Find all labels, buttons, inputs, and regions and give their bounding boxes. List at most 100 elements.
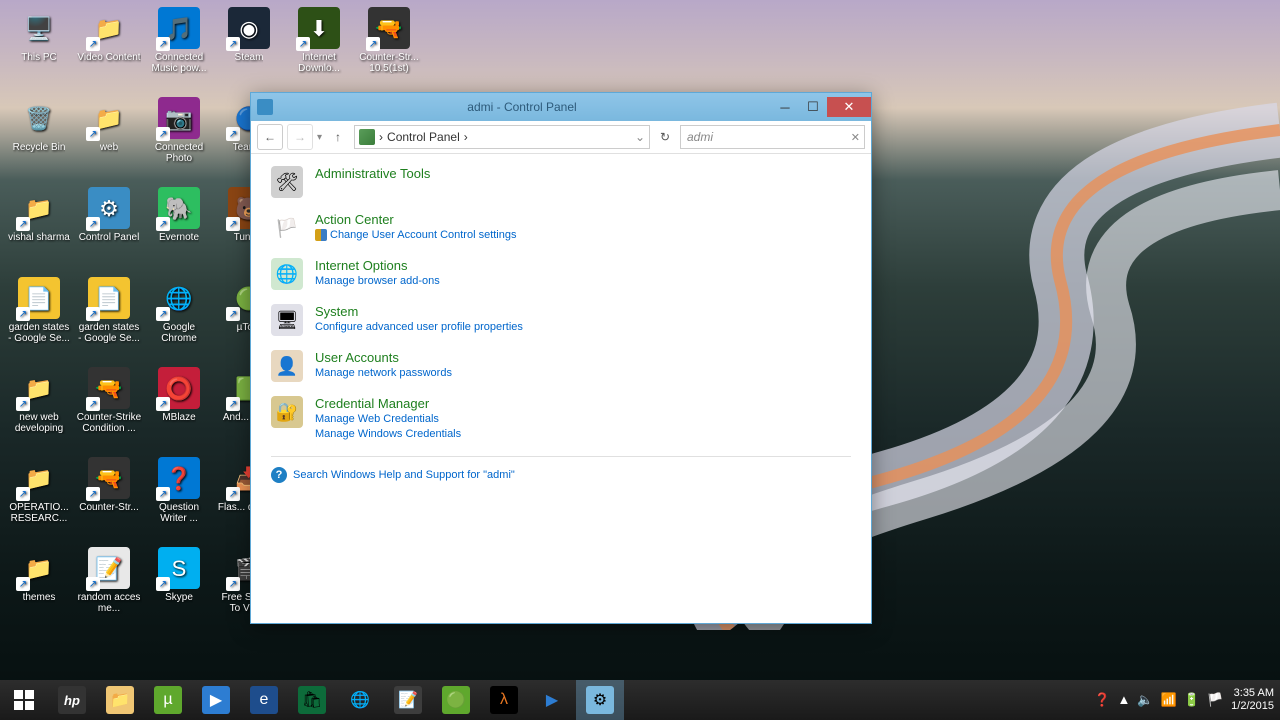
tray-icon[interactable]: ❓ (1094, 692, 1110, 708)
taskbar-item-store[interactable]: 🛍 (288, 680, 336, 720)
desktop-icon[interactable]: 📝random acces me... (75, 545, 143, 630)
forward-button[interactable]: → (287, 124, 313, 150)
maximize-button[interactable]: ☐ (799, 97, 827, 117)
taskbar-item-explorer[interactable]: 📁 (96, 680, 144, 720)
result-sublink[interactable]: Manage Windows Credentials (315, 427, 851, 442)
breadcrumb-sep: › (379, 130, 383, 144)
icon-label: Connected Photo (146, 142, 212, 164)
desktop-icon[interactable]: 📁themes (5, 545, 73, 630)
search-box[interactable]: ✕ (680, 125, 865, 149)
result-title-link[interactable]: Internet Options (315, 258, 851, 273)
result-title-link[interactable]: User Accounts (315, 350, 851, 365)
search-clear-button[interactable]: ✕ (851, 131, 860, 144)
taskbar-item-sublime[interactable]: 📝 (384, 680, 432, 720)
desktop-icon[interactable]: 🎵Connected Music pow... (145, 5, 213, 90)
history-dropdown[interactable]: ▾ (317, 132, 322, 143)
task-icon: µ (154, 686, 182, 714)
icon-label: random acces me... (76, 592, 142, 614)
desktop-icon[interactable]: 📁Video Content (75, 5, 143, 90)
taskbar-item-windows-media[interactable]: ▶ (192, 680, 240, 720)
taskbar-item-hp[interactable]: hp (48, 680, 96, 720)
taskbar-item-utorrent[interactable]: µ (144, 680, 192, 720)
nav-toolbar: ← → ▾ ↑ › Control Panel › ⌄ ↻ ✕ (251, 121, 871, 154)
desktop-icon[interactable]: ◉Steam (215, 5, 283, 90)
desktop-icon[interactable]: 📁web (75, 95, 143, 180)
help-search-link[interactable]: ?Search Windows Help and Support for "ad… (271, 467, 851, 483)
icon-label: Question Writer ... (146, 502, 212, 524)
desktop-icon[interactable]: ⭕MBlaze (145, 365, 213, 450)
desktop-icon[interactable]: 📷Connected Photo (145, 95, 213, 180)
uac-shield-icon (315, 229, 327, 241)
desktop-icon[interactable]: 🖥️This PC (5, 5, 73, 90)
tray-icon[interactable]: 🏳️ (1207, 692, 1223, 708)
desktop-icon[interactable]: 📁 OPERATIO... RESEARC... (5, 455, 73, 540)
start-button[interactable] (0, 680, 48, 720)
result-title-link[interactable]: System (315, 304, 851, 319)
result-title-link[interactable]: Administrative Tools (315, 166, 851, 181)
desktop-icon[interactable]: 🗑️Recycle Bin (5, 95, 73, 180)
icon-label: garden states - Google Se... (76, 322, 142, 344)
desktop: 🖥️This PC📁Video Content🎵Connected Music … (0, 0, 1280, 720)
taskbar-item-browser[interactable]: e (240, 680, 288, 720)
tray-icon[interactable]: 🔋 (1184, 692, 1200, 708)
result-sublink[interactable]: Manage browser add-ons (315, 274, 851, 289)
taskbar-item-play[interactable]: ▶ (528, 680, 576, 720)
task-icon: 🌐 (346, 686, 374, 714)
app-icon: 🔫 (88, 367, 130, 409)
desktop-icon[interactable]: 🌐Google Chrome (145, 275, 213, 360)
result-icon: 🖥 (271, 304, 303, 336)
clock[interactable]: 3:35 AM 1/2/2015 (1231, 687, 1274, 713)
desktop-icon[interactable]: 🔫Counter-Str... 10.5(1st) (355, 5, 423, 90)
tray-icon[interactable]: ▲ (1118, 692, 1131, 708)
app-icon: 📁 (88, 7, 130, 49)
icon-label: OPERATIO... RESEARC... (6, 502, 72, 524)
minimize-button[interactable]: ─ (771, 97, 799, 117)
date: 1/2/2015 (1231, 700, 1274, 713)
result-sublink[interactable]: Manage Web Credentials (315, 412, 851, 427)
icon-label: Connected Music pow... (146, 52, 212, 74)
taskbar-item-half-life[interactable]: λ (480, 680, 528, 720)
app-icon: 📄 (88, 277, 130, 319)
app-icon: ⚙ (88, 187, 130, 229)
control-panel-window: admi - Control Panel ─ ☐ ✕ ← → ▾ ↑ › Con… (250, 92, 872, 624)
result-title-link[interactable]: Credential Manager (315, 396, 851, 411)
up-button[interactable]: ↑ (326, 125, 350, 149)
desktop-icon[interactable]: 📄garden states - Google Se... (5, 275, 73, 360)
desktop-icon[interactable]: ❓Question Writer ... (145, 455, 213, 540)
breadcrumb[interactable]: Control Panel (387, 130, 460, 144)
address-dropdown[interactable]: ⌄ (635, 130, 645, 144)
desktop-icon[interactable]: ⬇Internet Downlo... (285, 5, 353, 90)
titlebar[interactable]: admi - Control Panel ─ ☐ ✕ (251, 93, 871, 121)
desktop-icon[interactable]: 🔫Counter-Str... (75, 455, 143, 540)
icon-label: Counter-Strike Condition ... (76, 412, 142, 434)
app-icon: 🌐 (158, 277, 200, 319)
desktop-icon[interactable]: ⚙Control Panel (75, 185, 143, 270)
taskbar-item-control-panel[interactable]: ⚙ (576, 680, 624, 720)
address-bar[interactable]: › Control Panel › ⌄ (354, 125, 650, 149)
desktop-icon[interactable]: 📄 garden states - Google Se... (75, 275, 143, 360)
desktop-icon[interactable]: 📁vishal sharma (5, 185, 73, 270)
breadcrumb-sep2: › (464, 130, 468, 144)
result-icon: 🏳️ (271, 212, 303, 244)
app-icon: 📁 (18, 367, 60, 409)
refresh-button[interactable]: ↻ (654, 126, 676, 148)
desktop-icon[interactable]: SSkype (145, 545, 213, 630)
task-icon: ▶ (202, 686, 230, 714)
result-sublink[interactable]: Manage network passwords (315, 366, 851, 381)
result-icon: 🔐 (271, 396, 303, 428)
taskbar-item-torrent2[interactable]: 🟢 (432, 680, 480, 720)
result-sublink[interactable]: Configure advanced user profile properti… (315, 320, 851, 335)
desktop-icon[interactable]: 🐘Evernote (145, 185, 213, 270)
taskbar-item-chrome[interactable]: 🌐 (336, 680, 384, 720)
search-input[interactable] (685, 129, 851, 145)
tray-icon[interactable]: 🔈 (1137, 692, 1153, 708)
result-title-link[interactable]: Action Center (315, 212, 851, 227)
back-button[interactable]: ← (257, 124, 283, 150)
desktop-icon[interactable]: 📁new web developing (5, 365, 73, 450)
close-button[interactable]: ✕ (827, 97, 871, 117)
desktop-icon[interactable]: 🔫 Counter-Strike Condition ... (75, 365, 143, 450)
task-icon: e (250, 686, 278, 714)
result-sublink[interactable]: Change User Account Control settings (315, 228, 851, 243)
tray-icon[interactable]: 📶 (1161, 692, 1177, 708)
app-icon: 📁 (18, 457, 60, 499)
